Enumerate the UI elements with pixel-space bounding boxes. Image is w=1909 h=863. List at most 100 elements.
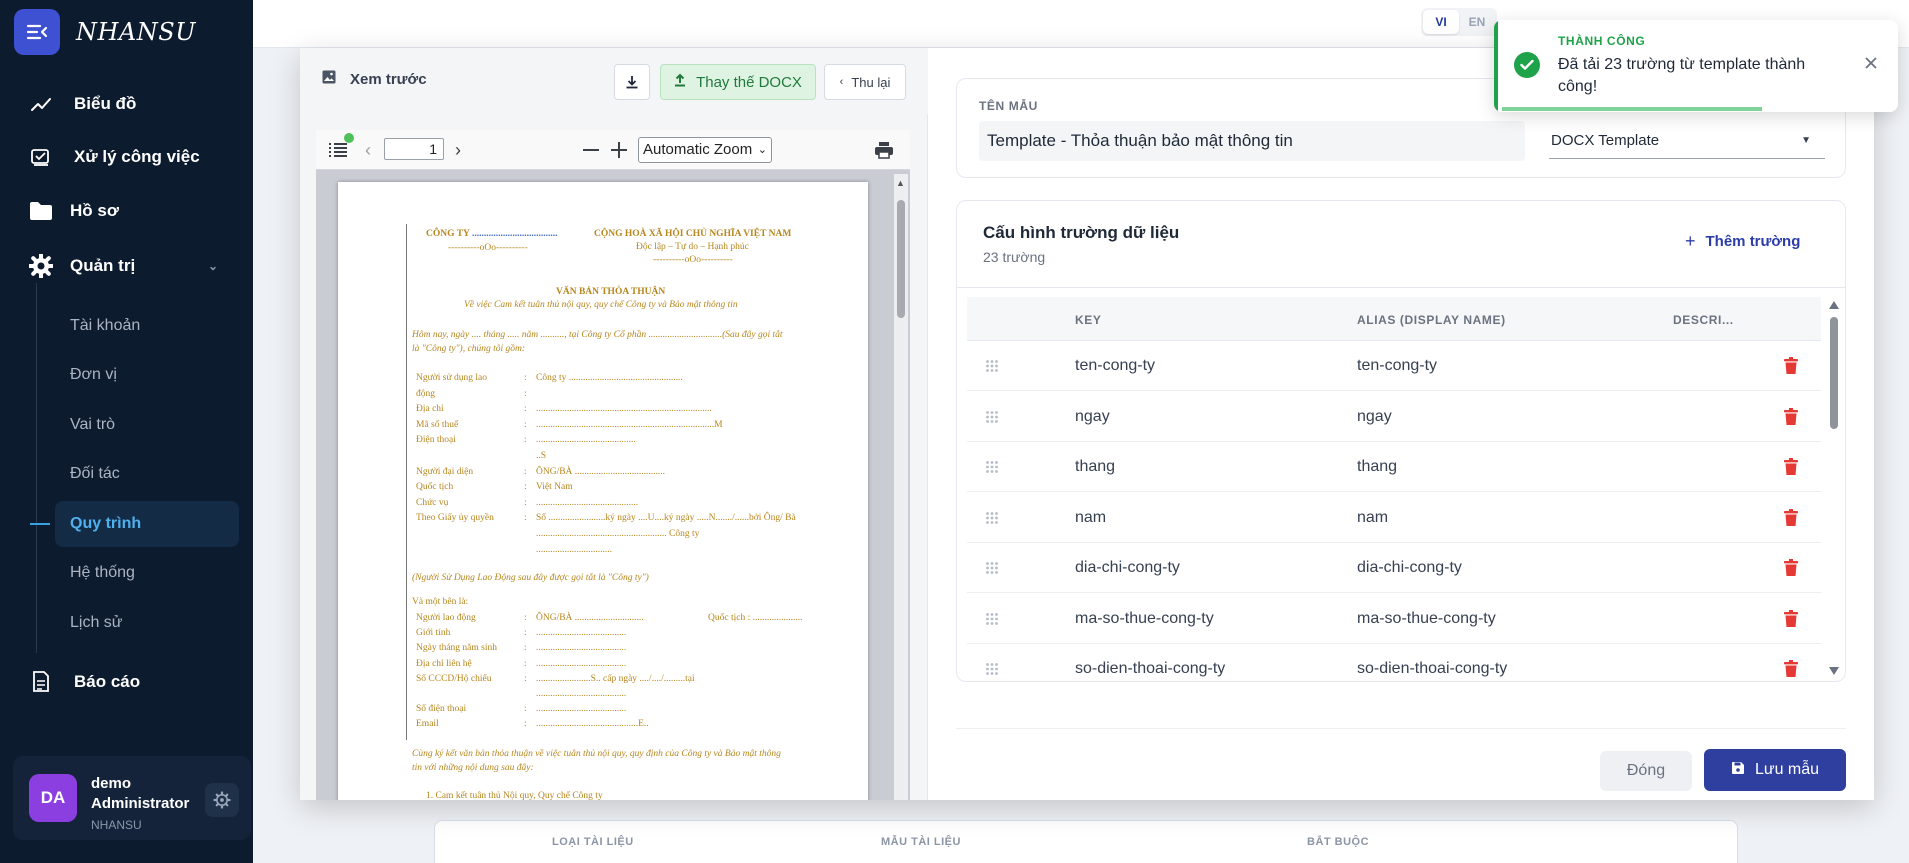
drag-handle-icon[interactable] xyxy=(985,662,999,676)
sidebar-item-charts[interactable]: Biểu đồ xyxy=(28,84,136,124)
sidebar-item-label: Quản trị xyxy=(70,256,136,275)
prev-page-icon[interactable]: ‹ xyxy=(360,138,376,162)
field-alias[interactable]: thang xyxy=(1357,458,1397,476)
zoom-out-icon[interactable] xyxy=(580,138,602,162)
save-template-button[interactable]: Lưu mẫu xyxy=(1704,749,1846,791)
sidebar-item-label: Biểu đồ xyxy=(74,94,137,113)
add-field-button[interactable]: + Thêm trường xyxy=(1685,231,1800,252)
close-icon[interactable] xyxy=(1862,54,1880,72)
sidebar-item-tasks[interactable]: Xử lý công việc xyxy=(28,137,200,177)
sidebar-sub-workflow[interactable]: Quy trình xyxy=(70,509,141,539)
drag-handle-icon[interactable] xyxy=(985,359,999,373)
trash-icon[interactable] xyxy=(1783,407,1799,426)
replace-docx-label: Thay thế DOCX xyxy=(696,73,802,91)
drag-handle-icon[interactable] xyxy=(985,561,999,575)
fields-config-card: Cấu hình trường dữ liệu 23 trường + Thêm… xyxy=(956,200,1846,682)
sidebar-sub-history[interactable]: Lịch sử xyxy=(70,608,123,638)
field-key[interactable]: ma-so-thue-cong-ty xyxy=(1075,610,1214,628)
sidebar-sub-accounts[interactable]: Tài khoản xyxy=(70,311,140,341)
trash-icon[interactable] xyxy=(1783,660,1799,678)
doc-row-colon: : xyxy=(524,497,527,508)
trash-icon[interactable] xyxy=(1783,609,1799,628)
replace-docx-button[interactable]: Thay thế DOCX xyxy=(660,64,816,100)
doc-row-colon: : xyxy=(524,643,527,654)
user-card: DA demo Administrator NHANSU xyxy=(13,756,251,840)
upload-icon xyxy=(674,73,686,91)
page-number-input[interactable]: 1 xyxy=(384,138,444,160)
lang-en[interactable]: EN xyxy=(1459,10,1495,34)
doc-row-value: ................................ xyxy=(536,544,612,555)
chevron-left-icon: ‹ xyxy=(839,76,844,88)
doc-row-label: Số CCCD/Hộ chiếu xyxy=(416,673,492,684)
doc-left-rule xyxy=(406,224,407,740)
image-icon xyxy=(322,70,336,88)
field-key[interactable]: so-dien-thoai-cong-ty xyxy=(1075,660,1225,678)
close-button[interactable]: Đóng xyxy=(1600,751,1692,791)
gear-icon xyxy=(28,253,54,279)
doc-row-label: Mã số thuế xyxy=(416,419,459,430)
fields-scrollbar[interactable] xyxy=(1827,297,1841,677)
collapse-preview-label: Thu lại xyxy=(851,74,891,90)
collapse-preview-button[interactable]: ‹ Thu lại xyxy=(824,64,906,100)
scroll-down-icon[interactable] xyxy=(1829,667,1839,675)
doc-note: (Người Sử Dụng Lao Động sau đây được gọi… xyxy=(412,573,649,583)
field-key[interactable]: thang xyxy=(1075,458,1115,476)
field-alias[interactable]: so-dien-thoai-cong-ty xyxy=(1357,660,1507,678)
doc-row-colon: : xyxy=(524,373,527,383)
trash-icon[interactable] xyxy=(1783,508,1799,527)
doc-row-colon: : xyxy=(524,658,527,669)
field-alias[interactable]: dia-chi-cong-ty xyxy=(1357,559,1462,577)
scroll-up-icon[interactable]: ▲ xyxy=(896,178,905,188)
zoom-select[interactable]: Automatic Zoom ⌄ xyxy=(638,137,772,163)
download-button[interactable] xyxy=(614,64,650,100)
doc-row-extra: Quốc tịch : ..................... xyxy=(708,613,803,623)
drag-handle-icon[interactable] xyxy=(985,612,999,626)
sidebar-item-admin[interactable]: Quản trị ⌄ xyxy=(28,246,228,286)
field-alias[interactable]: ma-so-thue-cong-ty xyxy=(1357,610,1496,628)
sidebar-item-profiles[interactable]: Hồ sơ xyxy=(28,191,119,231)
trash-icon[interactable] xyxy=(1783,458,1799,476)
pdf-page: CÔNG TY ................................… xyxy=(338,182,868,800)
field-key[interactable]: ngay xyxy=(1075,408,1110,426)
template-type-select[interactable]: DOCX Template ▼ xyxy=(1549,123,1825,159)
sidebar-sub-units[interactable]: Đơn vị xyxy=(70,360,117,390)
avatar[interactable]: DA xyxy=(29,774,77,822)
zoom-in-icon[interactable] xyxy=(608,138,630,162)
doc-intro-1: Hôm nay, ngày .... tháng ..... năm .....… xyxy=(412,330,783,340)
table-header: KEY ALIAS (DISPLAY NAME) DESCRI... xyxy=(967,297,1821,341)
fields-scroll-thumb[interactable] xyxy=(1830,317,1838,429)
table-row: ma-so-thue-cong-ty ma-so-thue-cong-ty xyxy=(967,594,1821,644)
trash-icon[interactable] xyxy=(1783,559,1799,577)
field-alias[interactable]: ngay xyxy=(1357,408,1392,426)
next-page-icon[interactable]: › xyxy=(450,138,466,162)
table-row: ngay ngay xyxy=(967,392,1821,442)
pdf-toolbar: ‹ 1 › Automatic Zoom ⌄ xyxy=(316,130,910,170)
trash-icon[interactable] xyxy=(1783,357,1799,375)
scroll-up-icon[interactable] xyxy=(1829,301,1839,309)
sidebar-sub-roles[interactable]: Vai trò xyxy=(70,410,115,440)
field-alias[interactable]: nam xyxy=(1357,509,1388,527)
user-settings-button[interactable] xyxy=(205,783,239,817)
template-name-input[interactable]: Template - Thỏa thuận bảo mật thông tin xyxy=(979,121,1525,161)
menu-toggle-button[interactable] xyxy=(14,9,60,55)
language-switch[interactable]: VI EN xyxy=(1421,8,1497,36)
field-key[interactable]: dia-chi-cong-ty xyxy=(1075,559,1180,577)
lang-vi[interactable]: VI xyxy=(1423,10,1459,34)
doc-row-label: Số điện thoại xyxy=(416,704,467,715)
print-icon[interactable] xyxy=(872,138,896,162)
field-alias[interactable]: ten-cong-ty xyxy=(1357,357,1437,375)
sidebar-item-reports[interactable]: Báo cáo xyxy=(28,662,140,702)
pdf-scroll-thumb[interactable] xyxy=(897,200,905,318)
drag-handle-icon[interactable] xyxy=(985,410,999,424)
field-key[interactable]: nam xyxy=(1075,509,1106,527)
sidebar-sub-system[interactable]: Hệ thống xyxy=(70,558,135,588)
brand: NHANSU xyxy=(14,8,196,56)
table-row: ten-cong-ty ten-cong-ty xyxy=(967,341,1821,391)
doc-company: CÔNG TY ................................… xyxy=(426,229,558,239)
drag-handle-icon[interactable] xyxy=(985,460,999,474)
doc-row-value: Công ty ................................… xyxy=(536,373,683,383)
pdf-scrollbar[interactable]: ▲ xyxy=(894,174,908,800)
drag-handle-icon[interactable] xyxy=(985,511,999,525)
field-key[interactable]: ten-cong-ty xyxy=(1075,357,1155,375)
sidebar-sub-partners[interactable]: Đối tác xyxy=(70,459,120,489)
